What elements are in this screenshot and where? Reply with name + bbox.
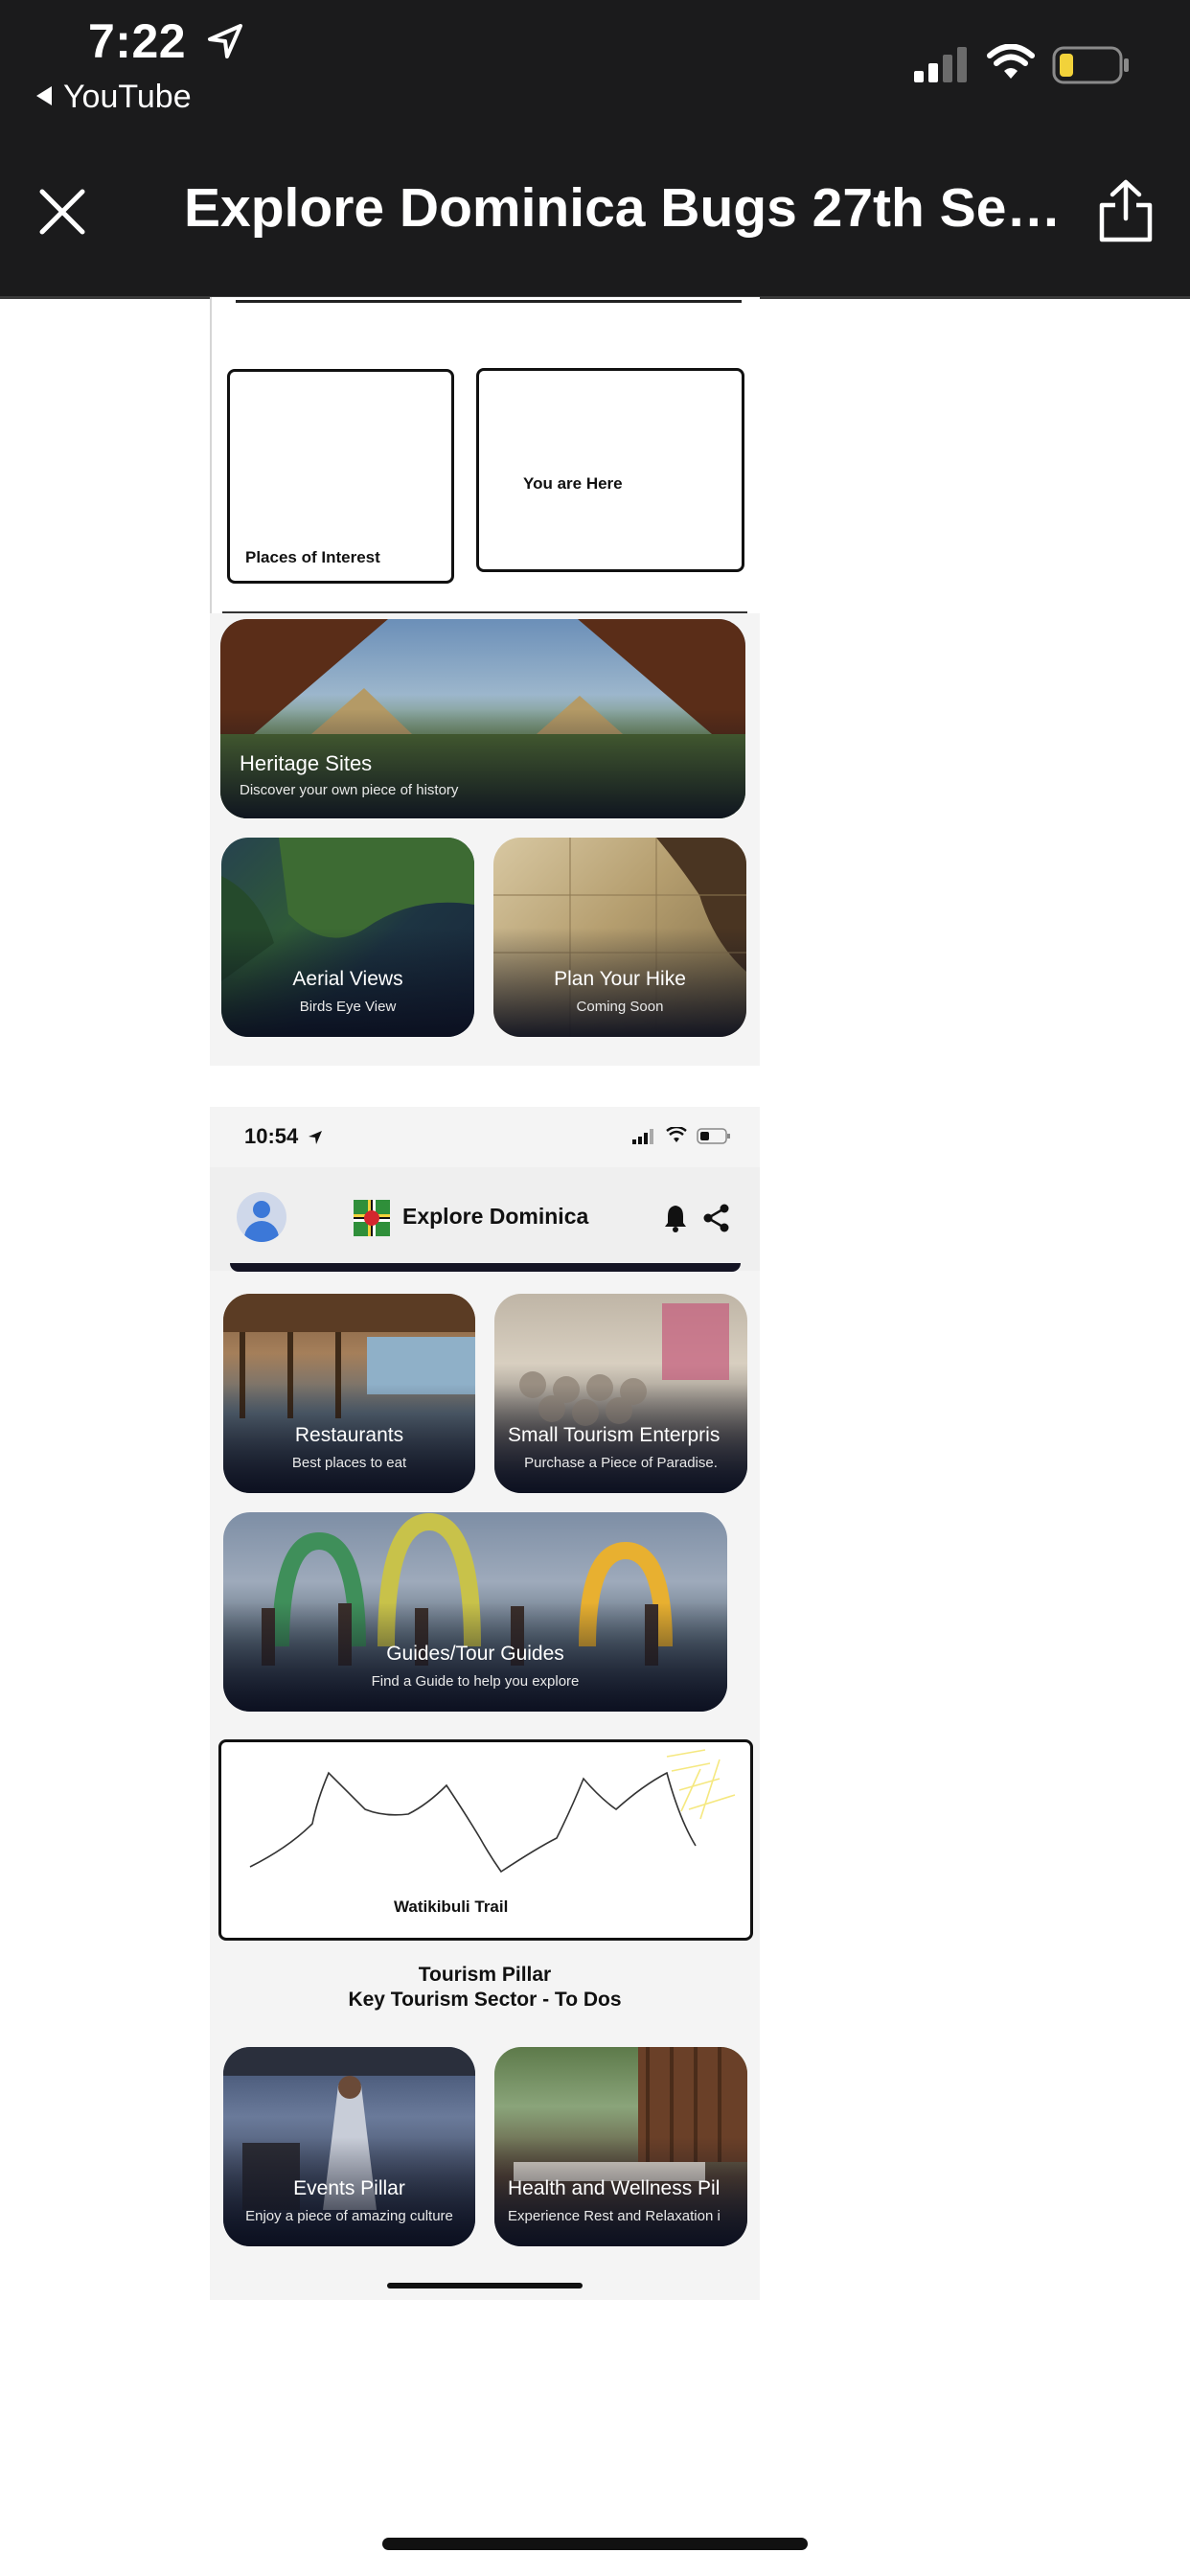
plan-your-hike-subtitle: Coming Soon (576, 999, 664, 1015)
close-icon[interactable] (38, 188, 86, 236)
back-app-label: YouTube (63, 79, 192, 115)
share-icon[interactable] (1096, 178, 1156, 243)
events-pillar-title: Events Pillar (293, 2177, 405, 2199)
share-network-icon[interactable] (702, 1204, 731, 1232)
aerial-views-subtitle: Birds Eye View (299, 999, 397, 1015)
you-are-here-label: You are Here (523, 474, 623, 493)
inner-status-time: 10:54 (244, 1124, 324, 1149)
restaurants-subtitle: Best places to eat (291, 1455, 407, 1471)
health-wellness-title: Health and Wellness Pil (508, 2177, 721, 2199)
events-pillar-card[interactable]: Events Pillar Enjoy a piece of amazing c… (223, 2047, 475, 2246)
app-title: Explore Dominica (402, 1204, 589, 1229)
sketch-line (236, 300, 742, 303)
small-tourism-title: Small Tourism Enterpris (508, 1424, 721, 1446)
inner-home-indicator (387, 2283, 583, 2288)
avatar[interactable] (237, 1192, 286, 1242)
heritage-sites-title: Heritage Sites (240, 751, 373, 775)
page-edge (210, 297, 212, 613)
aerial-views-title: Aerial Views (292, 968, 403, 990)
guides-subtitle: Find a Guide to help you explore (371, 1673, 580, 1690)
bell-icon[interactable] (663, 1204, 688, 1232)
back-to-app-link[interactable]: YouTube (36, 79, 192, 116)
restaurants-card[interactable]: Restaurants Best places to eat (223, 1294, 475, 1493)
inner-location-icon (309, 1131, 323, 1145)
cellular-signal-icon (914, 47, 967, 82)
screenshot-gap (210, 1066, 760, 1107)
places-of-interest-label: Places of Interest (245, 548, 380, 566)
status-time-text: 7:22 (88, 14, 187, 68)
heritage-sites-card[interactable]: Heritage Sites Discover your own piece o… (220, 619, 745, 818)
aerial-views-card[interactable]: Aerial Views Birds Eye View (221, 838, 474, 1037)
plan-your-hike-title: Plan Your Hike (554, 968, 686, 990)
events-pillar-subtitle: Enjoy a piece of amazing culture (245, 2208, 453, 2224)
divider (222, 611, 747, 613)
home-indicator[interactable] (382, 2538, 808, 2550)
health-wellness-subtitle: Experience Rest and Relaxation i (508, 2208, 721, 2224)
small-tourism-subtitle: Purchase a Piece of Paradise. (524, 1455, 718, 1471)
status-time: 7:22 (88, 13, 245, 69)
places-of-interest-sketch: Places of Interest (227, 369, 454, 584)
battery-icon (1052, 46, 1129, 84)
page-title: Explore Dominica Bugs 27th Sep2... (184, 177, 1075, 239)
plan-your-hike-card[interactable]: Plan Your Hike Coming Soon (493, 838, 746, 1037)
location-arrow-icon (208, 23, 243, 58)
small-tourism-card[interactable]: Small Tourism Enterpris Purchase a Piece… (494, 1294, 747, 1493)
watikibuli-trail-sketch: Watikibuli Trail (218, 1739, 753, 1941)
inner-battery-icon (697, 1128, 730, 1144)
heritage-sites-subtitle: Discover your own piece of history (240, 782, 459, 798)
restaurants-title: Restaurants (294, 1424, 404, 1446)
dominica-flag-icon (354, 1200, 390, 1236)
wifi-icon (987, 44, 1035, 79)
guides-title: Guides/Tour Guides (386, 1643, 564, 1665)
guides-card[interactable]: Guides/Tour Guides Find a Guide to help … (223, 1512, 727, 1712)
inner-wifi-icon (666, 1127, 687, 1142)
screen: 7:22 YouTube Explore Dominica Bugs 27th … (0, 0, 1190, 2576)
section-title-line1: Tourism Pillar (418, 1964, 552, 1986)
section-title: Tourism Pillar Key Tourism Sector - To D… (210, 1963, 760, 2012)
trail-label: Watikibuli Trail (394, 1898, 509, 1916)
back-triangle-icon (36, 86, 52, 106)
inner-time-text: 10:54 (244, 1124, 299, 1148)
inner-signal-icon (632, 1129, 653, 1144)
section-title-line2: Key Tourism Sector - To Dos (348, 1989, 622, 2011)
you-are-here-sketch: You are Here (476, 368, 744, 572)
banner-edge (230, 1263, 741, 1272)
health-wellness-card[interactable]: Health and Wellness Pil Experience Rest … (494, 2047, 747, 2246)
